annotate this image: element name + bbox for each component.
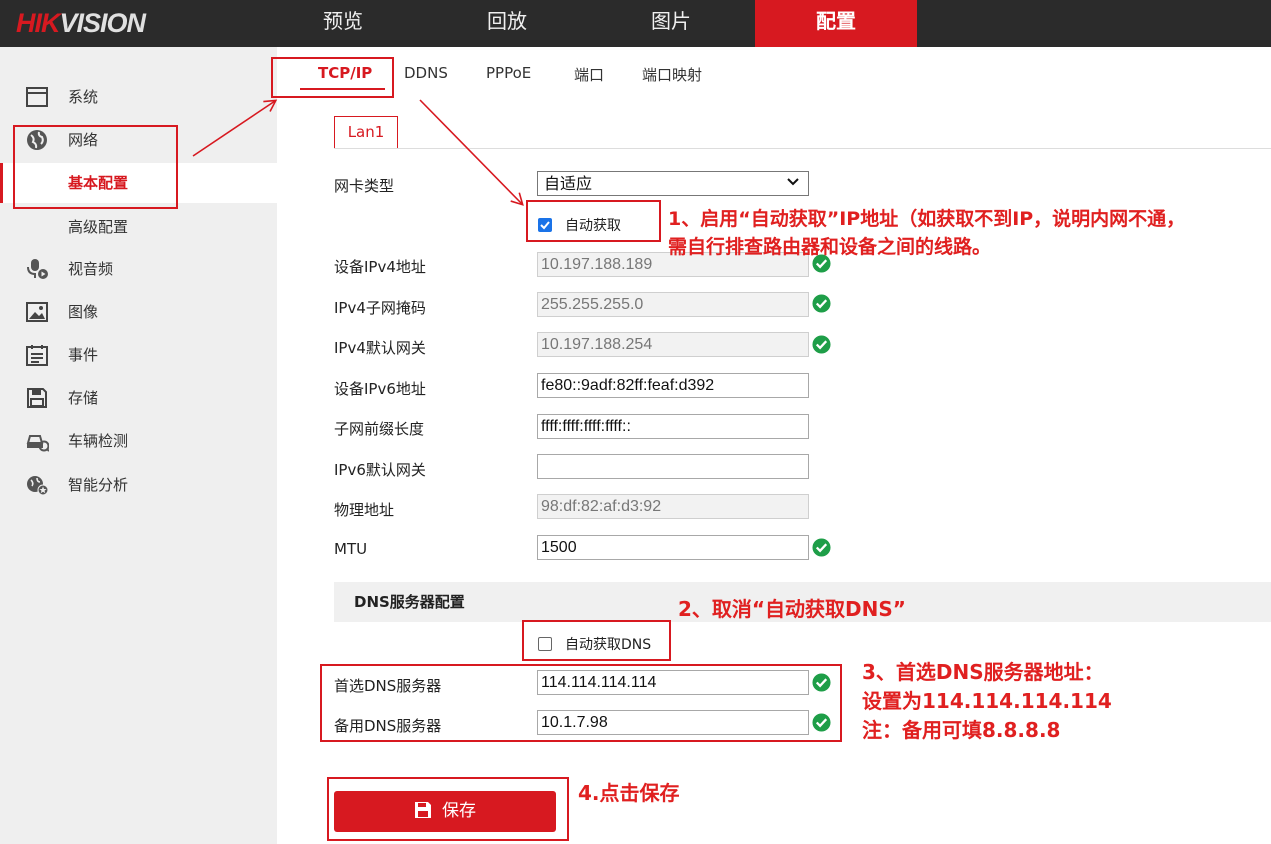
sidebar-item-label: 智能分析: [68, 476, 129, 494]
annotation-box-auto-dns: [522, 620, 671, 661]
ipv6-prefix-label: 子网前缀长度: [334, 420, 425, 438]
nic-type-select[interactable]: 自适应: [537, 171, 809, 196]
annotation-step3-line2: 设置为114.114.114.114: [862, 689, 1112, 713]
sidebar-item-label: 车辆检测: [68, 432, 129, 450]
annotation-step1-line2: 需自行排查路由器和设备之间的线路。: [668, 236, 992, 258]
subtab-pppoe[interactable]: PPPoE: [486, 64, 531, 82]
nav-tab-configuration[interactable]: 配置: [755, 0, 917, 47]
top-nav-bar: HIKVISION 预览 回放 图片 配置: [0, 0, 1271, 47]
sidebar-item-advanced-config[interactable]: 高级配置: [0, 207, 277, 247]
subtab-ddns[interactable]: DDNS: [404, 64, 448, 82]
chevron-down-icon: [787, 178, 799, 186]
smart-analysis-icon: [27, 476, 49, 496]
vehicle-detect-icon: [26, 435, 49, 452]
tab-divider: [334, 148, 1271, 149]
annotation-box-save: [327, 777, 569, 841]
sidebar-item-label: 系统: [68, 88, 99, 106]
event-list-icon: [26, 345, 48, 366]
annotation-box-tcpip: [271, 57, 394, 98]
ipv4-gateway-input[interactable]: [537, 332, 809, 357]
annotation-box-network: [13, 125, 178, 209]
nav-tab-preview[interactable]: 预览: [262, 0, 424, 47]
sidebar-item-system[interactable]: 系统: [0, 77, 277, 117]
ipv6-gateway-label: IPv6默认网关: [334, 461, 426, 479]
mtu-label: MTU: [334, 540, 368, 558]
sidebar-item-video-audio[interactable]: 视音频: [0, 249, 277, 289]
annotation-step3-line1: 3、首选DNS服务器地址：: [862, 660, 1104, 684]
sidebar-item-label: 视音频: [68, 260, 114, 278]
nic-type-label: 网卡类型: [334, 177, 395, 195]
save-disk-icon: [27, 388, 47, 408]
annotation-box-dns-servers: [320, 664, 842, 742]
ipv6-address-input[interactable]: [537, 373, 809, 398]
annotation-step3-line3: 注：备用可填8.8.8.8: [862, 718, 1061, 742]
ipv6-address-label: 设备IPv6地址: [334, 380, 426, 398]
nav-tab-playback[interactable]: 回放: [426, 0, 588, 47]
microphone-icon: [27, 259, 48, 279]
ipv4-gateway-label: IPv4默认网关: [334, 339, 426, 357]
sidebar-item-label: 事件: [68, 346, 99, 364]
ipv4-mask-label: IPv4子网掩码: [334, 299, 426, 317]
sidebar-item-vehicle-detection[interactable]: 车辆检测: [0, 421, 277, 461]
annotation-step1-line1: 1、启用“自动获取”IP地址（如获取不到IP，说明内网不通，: [668, 208, 1186, 230]
tab-lan1[interactable]: Lan1: [334, 116, 398, 148]
mac-address-input[interactable]: [537, 494, 809, 519]
sidebar-item-smart-analysis[interactable]: 智能分析: [0, 465, 277, 505]
mtu-input[interactable]: [537, 535, 809, 560]
sidebar-item-label: 图像: [68, 303, 99, 321]
hikvision-logo: HIKVISION: [16, 8, 146, 38]
sidebar-item-storage[interactable]: 存储: [0, 378, 277, 418]
image-icon: [26, 302, 48, 322]
valid-check-icon: [812, 538, 831, 557]
valid-check-icon: [812, 294, 831, 313]
annotation-step4: 4.点击保存: [578, 781, 680, 805]
sidebar-item-label: 高级配置: [68, 218, 129, 236]
annotation-step2: 2、取消“自动获取DNS”: [678, 597, 906, 621]
nav-tab-picture[interactable]: 图片: [590, 0, 752, 47]
subtab-port[interactable]: 端口: [574, 64, 604, 85]
subtab-port-mapping[interactable]: 端口映射: [642, 64, 702, 85]
ipv6-prefix-input[interactable]: [537, 414, 809, 439]
sidebar-item-label: 存储: [68, 389, 99, 407]
mac-address-label: 物理地址: [334, 501, 395, 519]
sidebar-item-image[interactable]: 图像: [0, 292, 277, 332]
valid-check-icon: [812, 335, 831, 354]
nic-type-value: 自适应: [544, 174, 593, 193]
ipv4-mask-input[interactable]: [537, 292, 809, 317]
page: HIKVISION 预览 回放 图片 配置 系统 网络 基本配置 高级配置 视音…: [0, 0, 1271, 844]
annotation-box-dhcp: [526, 200, 661, 242]
annotation-arrow: [419, 99, 524, 206]
sidebar-item-event[interactable]: 事件: [0, 335, 277, 375]
ipv6-gateway-input[interactable]: [537, 454, 809, 479]
window-icon: [26, 87, 48, 107]
ipv4-address-label: 设备IPv4地址: [334, 258, 426, 276]
